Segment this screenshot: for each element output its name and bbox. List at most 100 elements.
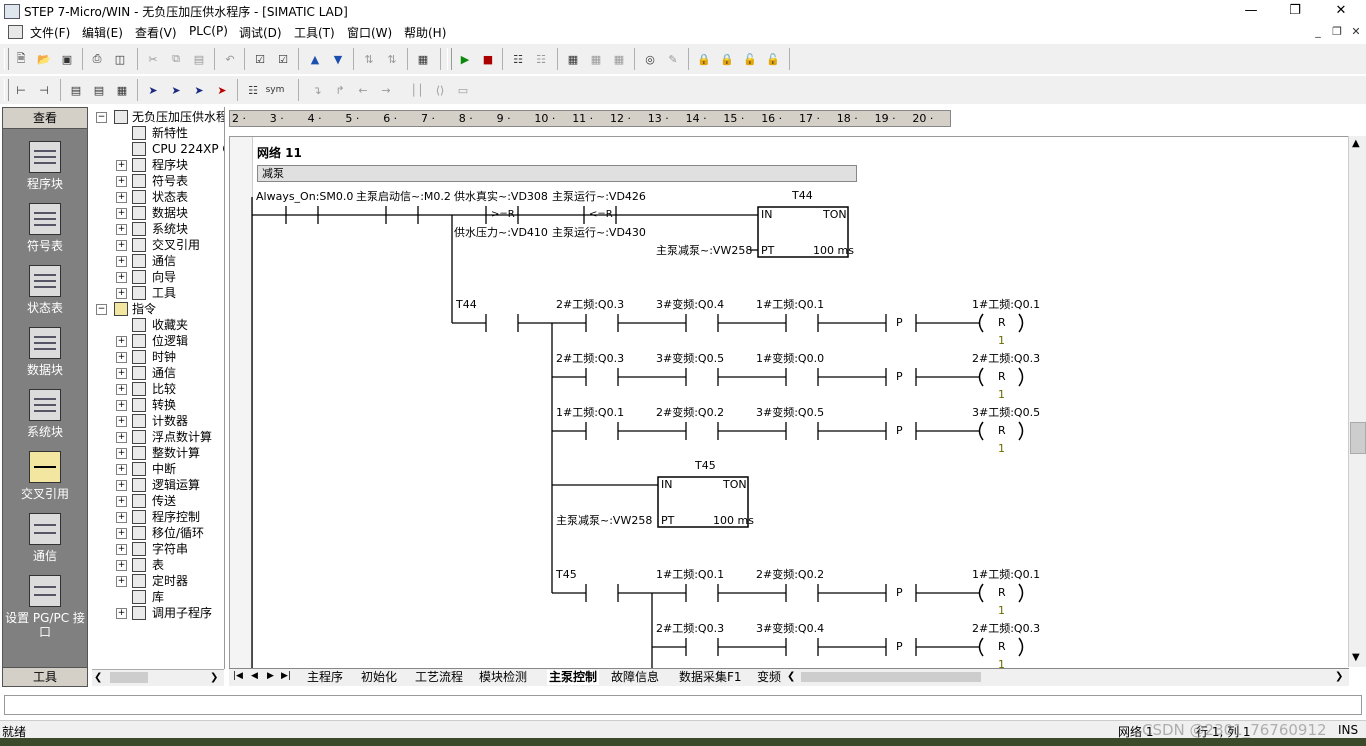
restore-button[interactable]: ❐ [1272,0,1318,22]
next-bookmark-icon[interactable]: ➤ [167,81,185,99]
menu-tools[interactable]: 工具(T) [294,24,335,41]
scroll-down-icon[interactable]: ▼ [1352,652,1360,663]
expand-icon[interactable]: + [116,464,127,475]
toggle-poi-icon[interactable]: ▤ [90,81,108,99]
expand-icon[interactable]: + [116,352,127,363]
run-icon[interactable]: ▶ [456,50,474,68]
tab-last-icon[interactable]: ▶| [281,671,291,681]
expand-icon[interactable]: + [116,448,127,459]
left-line-icon[interactable]: ← [354,81,372,99]
expand-icon[interactable]: + [116,416,127,427]
force-lock-icon[interactable]: 🔒 [695,50,713,68]
editor-vertical-scrollbar[interactable]: ▲ ▼ [1348,136,1366,667]
tab-first-icon[interactable]: |◀ [233,671,243,681]
scroll-right-icon[interactable]: ❯ [210,672,218,683]
insert-network-icon[interactable]: ⊢ [12,81,30,99]
undo-icon[interactable]: ↶ [221,50,239,68]
cut-icon[interactable]: ✂ [144,50,162,68]
ladder-editor[interactable]: 网络 11 减泵 Always_On:SM0.0 主泵启动信~:M0.2 >=R 供水… [229,136,1348,668]
expand-icon[interactable]: + [116,544,127,555]
paste-icon[interactable]: ▤ [190,50,208,68]
down-line-icon[interactable]: ↴ [308,81,326,99]
mdi-restore-button[interactable]: ❐ [1329,25,1345,39]
minimize-button[interactable]: — [1228,0,1274,22]
prev-bookmark-icon[interactable]: ➤ [190,81,208,99]
nav-cross-reference[interactable]: 交叉引用 [3,451,87,501]
expand-icon[interactable]: + [116,560,127,571]
toggle-comments-icon[interactable]: ▤ [67,81,85,99]
contact-icon[interactable]: ││ [408,81,426,99]
single-read-icon[interactable]: ▦ [587,50,605,68]
expand-icon[interactable]: + [116,368,127,379]
download-icon[interactable]: ▼ [329,50,347,68]
nav-status-table[interactable]: 状态表 [3,265,87,315]
tab-2[interactable]: 工艺流程 [415,670,463,685]
menu-debug[interactable]: 调试(D) [239,24,282,41]
expand-icon[interactable]: + [116,208,127,219]
delete-network-icon[interactable]: ⊣ [35,81,53,99]
copy-icon[interactable]: ⧉ [167,50,185,68]
tab-1[interactable]: 初始化 [361,670,397,685]
menu-help[interactable]: 帮助(H) [404,24,446,41]
tab-4[interactable]: 主泵控制 [547,670,600,685]
expand-icon[interactable]: + [116,512,127,523]
save-all-icon[interactable]: ▣ [58,50,76,68]
scroll-up-icon[interactable]: ▲ [1352,138,1360,149]
pause-status-icon[interactable]: ☷ [532,50,550,68]
watch-icon[interactable]: ◎ [641,50,659,68]
nav-program-block[interactable]: 程序块 [3,141,87,191]
remove-bookmarks-icon[interactable]: ➤ [213,81,231,99]
tab-7[interactable]: 变频 [757,670,781,685]
tab-scroll-left-icon[interactable]: ❮ [787,671,795,682]
expand-icon[interactable]: + [116,160,127,171]
unforce-icon[interactable]: ✎ [664,50,682,68]
tab-5[interactable]: 故障信息 [611,670,659,685]
right-line-icon[interactable]: → [377,81,395,99]
goto-icon[interactable]: ➤ [144,81,162,99]
expand-icon[interactable]: + [116,496,127,507]
nav-symbol-table[interactable]: 符号表 [3,203,87,253]
print-icon[interactable]: ⎙ [88,50,106,68]
expand-icon[interactable]: + [116,608,127,619]
expand-icon[interactable]: + [116,480,127,491]
expand-icon[interactable]: + [116,400,127,411]
tab-0[interactable]: 主程序 [307,670,343,685]
navbar-header[interactable]: 查看 [3,108,87,129]
symbolic-addressing-icon[interactable]: sym [266,81,285,99]
tab-6[interactable]: 数据采集F1 [679,670,742,685]
nav-communications[interactable]: 通信 [3,513,87,563]
expand-icon[interactable]: + [116,336,127,347]
mdi-minimize-button[interactable]: _ [1310,25,1326,39]
unforce-lock-icon[interactable]: 🔒 [718,50,736,68]
sort-asc-icon[interactable]: ⇅ [360,50,378,68]
output-field[interactable] [4,695,1362,715]
nav-system-block[interactable]: 系统块 [3,389,87,439]
nav-data-block[interactable]: 数据块 [3,327,87,377]
vertical-scroll-thumb[interactable] [1350,422,1366,454]
stop-icon[interactable]: ■ [479,50,497,68]
unforce-all-icon[interactable]: 🔓 [741,50,759,68]
tree-horizontal-scrollbar[interactable]: ❮ ❯ [92,669,224,686]
expand-icon[interactable]: + [116,272,127,283]
tab-scroll-right-icon[interactable]: ❯ [1335,671,1343,682]
program-status-icon[interactable]: ☷ [509,50,527,68]
tab-3[interactable]: 模块检测 [479,670,527,685]
tree-scroll-thumb[interactable] [110,672,148,683]
options-icon[interactable]: ▦ [414,50,432,68]
print-preview-icon[interactable]: ◫ [111,50,129,68]
sort-desc-icon[interactable]: ⇅ [383,50,401,68]
close-button[interactable]: ✕ [1318,0,1364,22]
new-icon[interactable]: 🗎 [12,50,30,68]
tab-scroll-thumb[interactable] [801,672,981,682]
chart-status-icon[interactable]: ▦ [564,50,582,68]
up-line-icon[interactable]: ↱ [331,81,349,99]
expand-icon[interactable]: + [116,576,127,587]
expand-icon[interactable]: + [116,528,127,539]
expand-icon[interactable]: + [116,288,127,299]
expand-icon[interactable]: + [116,240,127,251]
mdi-close-button[interactable]: ✕ [1348,25,1364,39]
nav-set-pgpc[interactable]: 设置 PG/PC 接口 [3,575,87,639]
symbol-table-icon[interactable]: ☷ [244,81,262,99]
coil-icon[interactable]: ⟨⟩ [431,81,449,99]
box-icon[interactable]: ▭ [454,81,472,99]
